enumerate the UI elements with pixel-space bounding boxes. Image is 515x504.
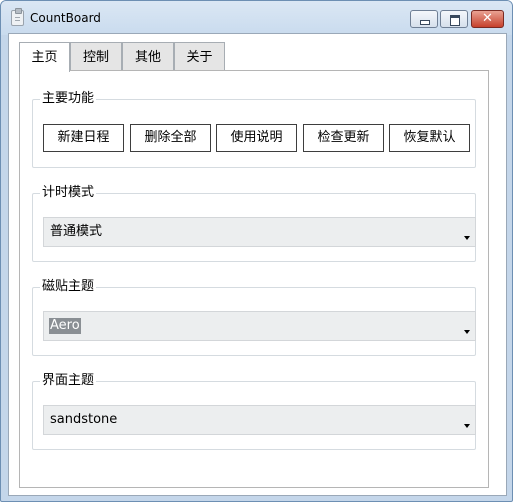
- tab-other[interactable]: 其他: [122, 42, 174, 71]
- new-schedule-button[interactable]: 新建日程: [43, 124, 124, 152]
- tab-about[interactable]: 关于: [174, 42, 225, 71]
- tab-control[interactable]: 控制: [70, 42, 122, 71]
- tile-theme-value: Aero: [49, 318, 81, 334]
- title-bar[interactable]: CountBoard ✕: [1, 1, 512, 35]
- ui-theme-label: 界面主题: [40, 372, 97, 390]
- timer-mode-group: 计时模式 普通模式: [32, 184, 476, 262]
- timer-mode-select[interactable]: 普通模式: [43, 217, 476, 247]
- maximize-icon: [450, 15, 460, 26]
- tile-theme-group: 磁贴主题 Aero: [32, 278, 476, 356]
- timer-mode-value: 普通模式: [50, 224, 103, 239]
- chevron-down-icon: [464, 236, 470, 240]
- window-client-area: 主页 控制 其他 关于 主要功能 新建日程 删除全部 使用说明 检查更新 恢复默…: [8, 33, 507, 496]
- tile-theme-select[interactable]: Aero: [43, 311, 476, 341]
- maximize-button[interactable]: [440, 10, 468, 28]
- minimize-button[interactable]: [410, 10, 438, 28]
- chevron-down-icon: [464, 330, 470, 334]
- main-functions-group: 主要功能 新建日程 删除全部 使用说明 检查更新 恢复默认: [32, 90, 476, 168]
- tab-home[interactable]: 主页: [19, 42, 70, 72]
- chevron-down-icon: [464, 424, 470, 428]
- close-button[interactable]: ✕: [471, 10, 504, 28]
- delete-all-button[interactable]: 删除全部: [130, 124, 211, 152]
- ui-theme-value: sandstone: [50, 412, 118, 427]
- home-tab-panel: 主要功能 新建日程 删除全部 使用说明 检查更新 恢复默认 计时模式 普通模式 …: [19, 70, 489, 488]
- minimize-icon: [420, 20, 430, 25]
- app-window: CountBoard ✕ 主页 控制 其他 关于 主要功能 新建日程 删除全部 …: [0, 0, 513, 502]
- restore-defaults-button[interactable]: 恢复默认: [389, 124, 470, 152]
- clipboard-icon: [11, 8, 24, 26]
- close-icon: ✕: [482, 11, 493, 26]
- ui-theme-group: 界面主题 sandstone: [32, 372, 476, 450]
- usage-guide-button[interactable]: 使用说明: [216, 124, 297, 152]
- timer-mode-label: 计时模式: [40, 184, 97, 202]
- tile-theme-label: 磁贴主题: [40, 278, 97, 296]
- check-updates-button[interactable]: 检查更新: [303, 124, 384, 152]
- main-functions-label: 主要功能: [40, 90, 97, 108]
- ui-theme-select[interactable]: sandstone: [43, 405, 476, 435]
- window-title: CountBoard: [30, 11, 101, 25]
